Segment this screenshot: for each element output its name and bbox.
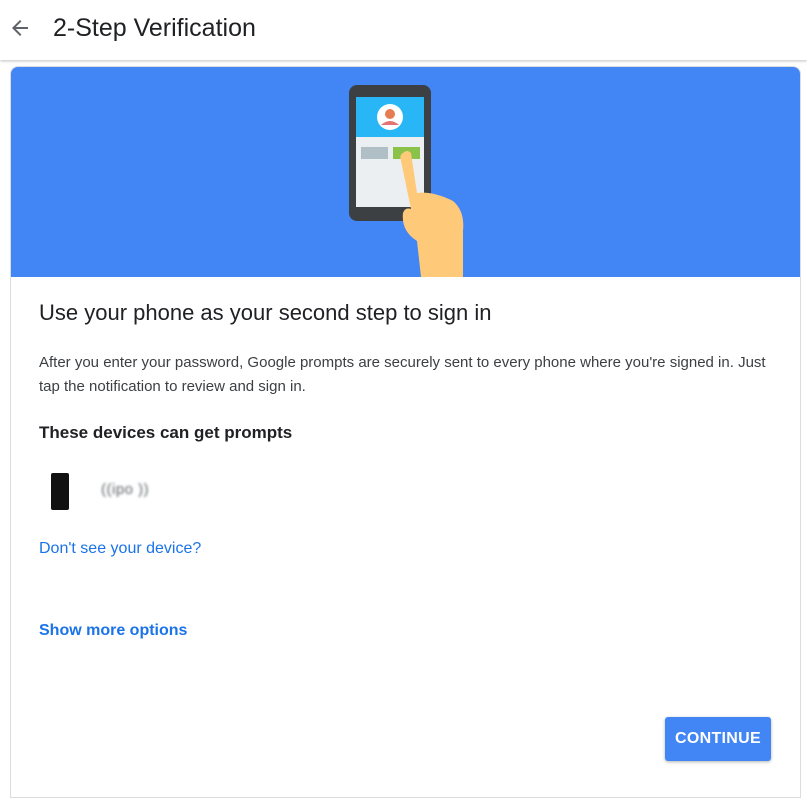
section-heading: Use your phone as your second step to si… [39,300,492,325]
phone-icon [51,473,69,510]
device-name: ((ipo )) [101,481,150,498]
phone-tap-illustration [349,85,464,277]
section-description: After you enter your password, Google pr… [39,354,766,395]
devices-heading: These devices can get prompts [39,423,293,442]
dont-see-device-link[interactable]: Don't see your device? [39,539,201,559]
arrow-back-icon [12,20,28,36]
hero-banner [11,67,800,277]
show-more-options-link[interactable]: Show more options [39,621,187,641]
continue-button[interactable]: CONTINUE [665,717,771,761]
back-button[interactable] [6,12,34,44]
verification-card: Use your phone as your second step to si… [10,66,801,798]
top-app-bar: 2-Step Verification [0,0,807,60]
page-title: 2-Step Verification [53,14,256,42]
